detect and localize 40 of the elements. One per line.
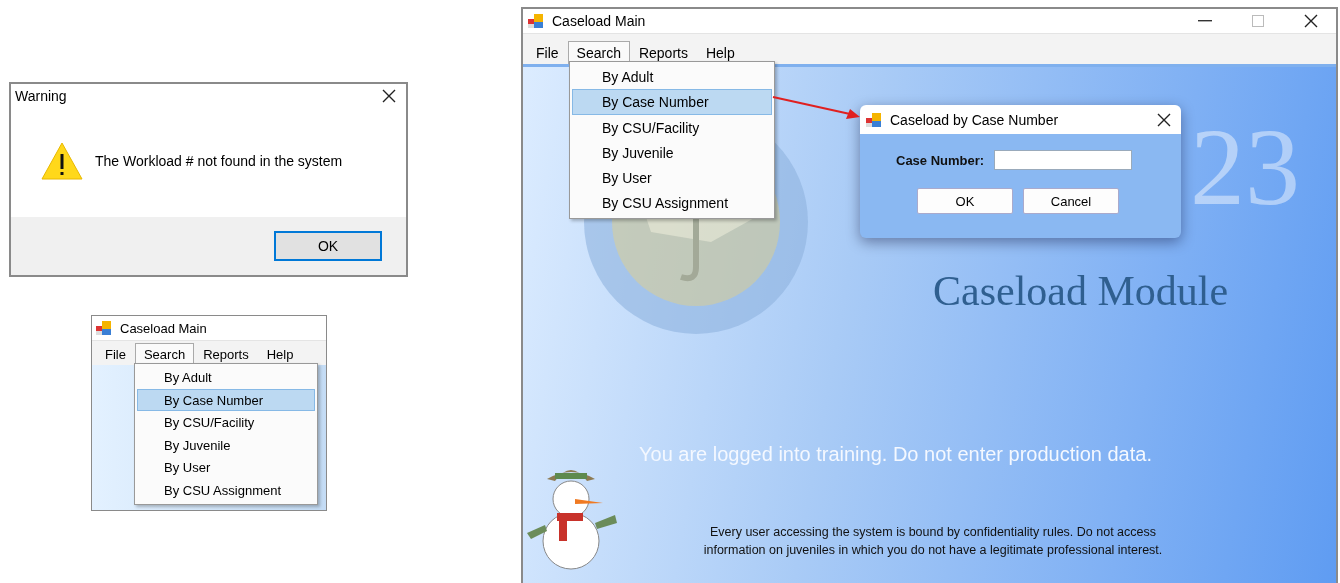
menu-item[interactable]: By Juvenile [137,433,315,457]
close-icon[interactable] [1304,14,1318,28]
window-title: Caseload Main [120,320,207,336]
window-title: Warning [15,88,67,104]
menu-item[interactable]: By Adult [572,64,772,90]
menu-bar-item[interactable]: File [96,343,135,365]
warning-icon [41,141,83,180]
menu-item[interactable]: By CSU Assignment [137,478,315,502]
warning-message: The Workload # not found in the system [95,152,343,169]
case-number-field[interactable] [994,150,1133,170]
close-icon[interactable] [1157,112,1171,127]
ok-button[interactable]: OK [274,231,382,261]
menu-bar-item[interactable]: Search [134,343,195,365]
menu-item[interactable]: By Juvenile [572,139,772,166]
background-number: 23 [1190,112,1300,222]
module-title: Caseload Module [933,267,1229,315]
app-icon [96,321,112,335]
menu-bar-item[interactable]: Help [257,343,303,365]
confidentiality-notice: Every user accessing the system is bound by confidentiality rules. Do not access information on juveniles in which you do not have a legitimate professional interest. [702,524,1164,559]
menu-item[interactable]: By Adult [137,366,315,389]
menu-bar-item[interactable]: Reports [194,343,258,365]
menu-bar-item[interactable]: File [527,41,568,64]
menu-bar-item[interactable]: Reports [629,41,697,64]
menu-item[interactable]: By CSU Assignment [572,190,772,216]
menu-item[interactable]: By User [137,456,315,479]
menu-bar-item[interactable]: Help [696,41,744,64]
menu-item[interactable]: By Case Number [137,388,315,412]
dialog-button[interactable]: OK [917,188,1013,214]
minimize-icon[interactable] [1198,20,1212,22]
menu-item[interactable]: By CSU/Facility [572,114,772,140]
menu-item[interactable]: By Case Number [572,89,772,115]
menu-item[interactable]: By CSU/Facility [137,411,315,434]
app-icon [528,14,544,28]
app-icon [866,112,882,127]
dialog-title: Caseload by Case Number [890,111,1060,128]
dialog-button[interactable]: Cancel [1023,188,1119,214]
menu-item[interactable]: By User [572,165,772,191]
close-icon[interactable] [382,89,396,103]
field-label: Case Number: [896,152,985,168]
window-title: Caseload Main [552,13,647,29]
